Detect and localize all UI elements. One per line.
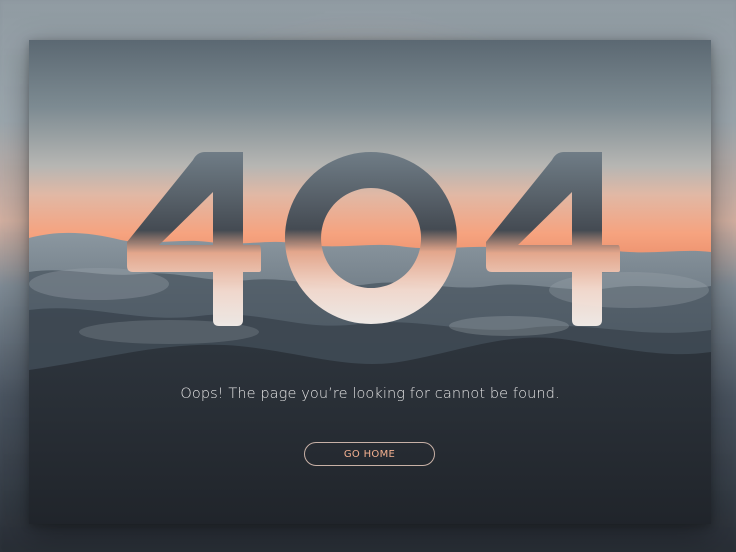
digit-zero [284,152,457,324]
go-home-button[interactable]: GO HOME [304,442,435,466]
error-card: Oops! The page you’re looking for cannot… [29,40,711,524]
mountain-silhouette [29,337,711,524]
error-message: Oops! The page you’re looking for cannot… [180,386,560,402]
